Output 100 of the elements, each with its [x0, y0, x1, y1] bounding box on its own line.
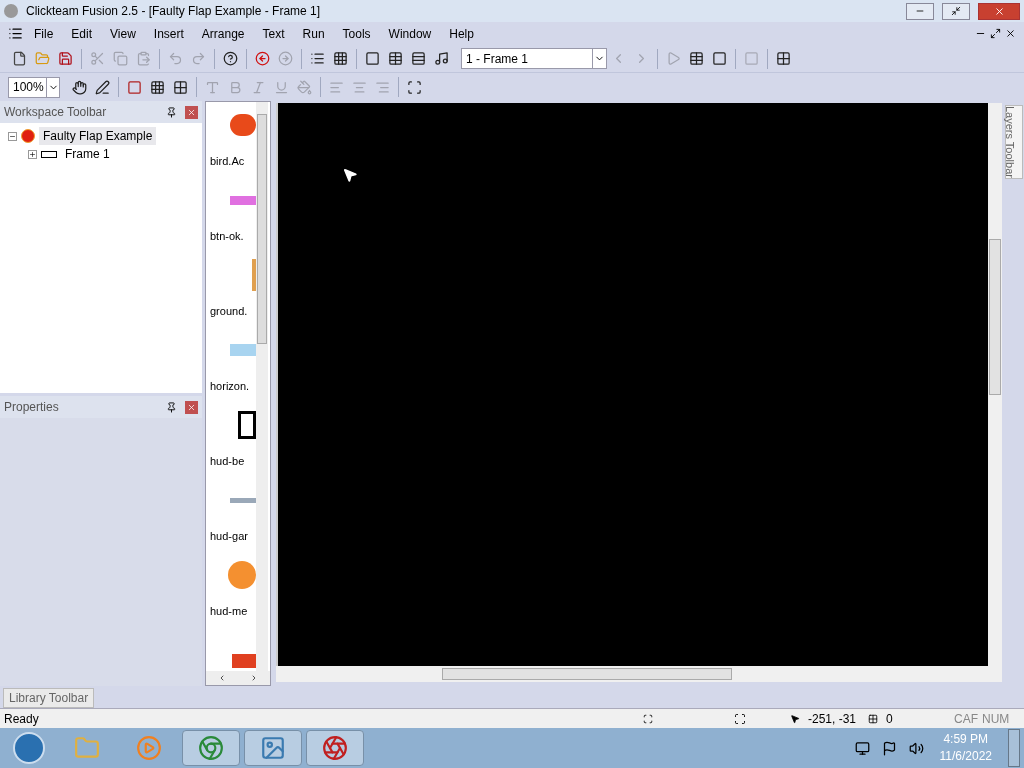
menu-item[interactable]: Help	[442, 24, 481, 43]
new-sign-sprite	[232, 653, 256, 668]
panel-title: Workspace Toolbar	[4, 104, 108, 121]
button-sprite	[230, 195, 256, 205]
stop-icon	[744, 51, 759, 66]
bird-sprite	[230, 114, 256, 137]
grid-icon	[333, 51, 348, 66]
object-label[interactable]: bird.Ac	[210, 152, 245, 169]
flag-icon[interactable]	[881, 740, 897, 756]
menu-item[interactable]: View	[103, 24, 143, 43]
menu-item[interactable]: Insert	[146, 24, 191, 43]
undo-icon	[168, 51, 183, 66]
tree-item[interactable]: Frame 1	[61, 145, 114, 163]
folder-icon	[74, 735, 100, 761]
menu-item[interactable]: Text	[255, 24, 292, 43]
paste-icon	[136, 51, 151, 66]
fill-icon	[297, 79, 312, 95]
table-icon	[388, 51, 403, 66]
menu-item[interactable]: Tools	[335, 24, 378, 43]
expand-toggle[interactable]	[28, 149, 37, 159]
taskbar-button[interactable]	[306, 730, 364, 766]
frame-sprite	[238, 411, 256, 440]
show-desktop-button[interactable]	[1008, 729, 1020, 767]
align-center-icon	[352, 79, 367, 95]
menu-item[interactable]: Edit	[64, 24, 100, 43]
network-icon[interactable]	[854, 740, 870, 756]
save-icon	[58, 51, 73, 66]
coordinates: -251, -31	[808, 710, 857, 728]
close-icon	[187, 402, 196, 412]
sky-sprite	[230, 344, 256, 357]
menu-item[interactable]: Arrange	[194, 24, 252, 43]
font-icon	[205, 79, 220, 95]
close-icon[interactable]	[1005, 28, 1016, 39]
redo-icon	[191, 51, 206, 66]
close-icon	[993, 5, 1005, 17]
frame-icon	[365, 51, 380, 66]
volume-icon[interactable]	[908, 740, 924, 756]
help-icon	[223, 51, 238, 66]
photo-viewer-icon	[260, 735, 286, 761]
grid-icon	[150, 79, 165, 95]
object-label[interactable]: hud-be	[210, 452, 245, 469]
vertical-scrollbar[interactable]	[256, 102, 268, 671]
panel-title: Properties	[4, 399, 60, 416]
scroll-left-icon[interactable]	[218, 674, 226, 682]
close-button[interactable]	[978, 2, 1020, 20]
plus-icon	[29, 150, 36, 158]
select-icon	[643, 713, 653, 724]
horizontal-scrollbar[interactable]	[206, 671, 270, 685]
rows-icon	[411, 51, 426, 66]
cut-icon	[90, 51, 105, 66]
object-label[interactable]: ground.	[210, 302, 248, 319]
close-button[interactable]	[185, 400, 198, 414]
underline-icon	[274, 79, 289, 95]
copy-icon	[113, 51, 128, 66]
tree-item[interactable]: Faulty Flap Example	[39, 127, 157, 145]
cursor-icon	[342, 167, 358, 183]
caps-indicator: CAF	[953, 710, 978, 728]
grid-icon	[173, 79, 188, 95]
num-indicator: NUM	[982, 710, 1010, 728]
object-label[interactable]: horizon.	[210, 377, 250, 394]
strip-sprite	[230, 497, 256, 503]
close-button[interactable]	[185, 105, 198, 119]
restore-icon	[951, 6, 961, 16]
object-label[interactable]: btn-ok.	[210, 227, 244, 244]
object-label[interactable]: hud-me	[210, 602, 248, 619]
frame-dropdown[interactable]: 1 - Frame 1	[461, 48, 607, 69]
object-label[interactable]: hud-gar	[210, 527, 248, 544]
new-file-icon	[12, 51, 27, 66]
align-left-icon	[329, 79, 344, 95]
pin-icon[interactable]	[166, 401, 177, 413]
align-right-icon	[375, 79, 390, 95]
vertical-scrollbar[interactable]	[988, 103, 1002, 666]
resize-icon	[734, 712, 746, 725]
minimize-button[interactable]	[906, 2, 934, 20]
close-icon	[187, 107, 196, 117]
horizontal-scrollbar[interactable]	[276, 666, 1002, 682]
scroll-right-icon[interactable]	[250, 674, 258, 682]
menu-item[interactable]: File	[27, 24, 61, 43]
menu-item[interactable]: Window	[381, 24, 439, 43]
window-title: Clickteam Fusion 2.5 - [Faulty Flap Example - Frame 1]	[26, 3, 322, 20]
taskbar-button[interactable]	[244, 730, 302, 766]
pin-icon[interactable]	[166, 106, 177, 118]
frame-icon	[41, 150, 57, 158]
open-folder-icon	[35, 51, 50, 66]
browser-icon	[198, 735, 224, 761]
bold-icon	[228, 79, 243, 95]
menu-item[interactable]: Run	[295, 24, 332, 43]
run-application-icon	[666, 51, 681, 66]
app-icon	[322, 735, 348, 761]
zoom-dropdown[interactable]: 100%	[8, 76, 60, 98]
object-count: 0	[886, 710, 893, 728]
pen-icon	[95, 79, 110, 95]
pointer-icon	[790, 713, 800, 724]
restore-icon[interactable]	[990, 28, 1001, 39]
layers-toolbar-tab[interactable]: Layers Toolbar	[1005, 105, 1023, 179]
restore-button[interactable]	[942, 2, 970, 20]
taskbar-button[interactable]	[182, 730, 240, 766]
fit-icon	[407, 79, 422, 95]
library-toolbar-tab[interactable]: Library Toolbar	[3, 688, 95, 708]
expand-toggle[interactable]	[8, 131, 17, 141]
